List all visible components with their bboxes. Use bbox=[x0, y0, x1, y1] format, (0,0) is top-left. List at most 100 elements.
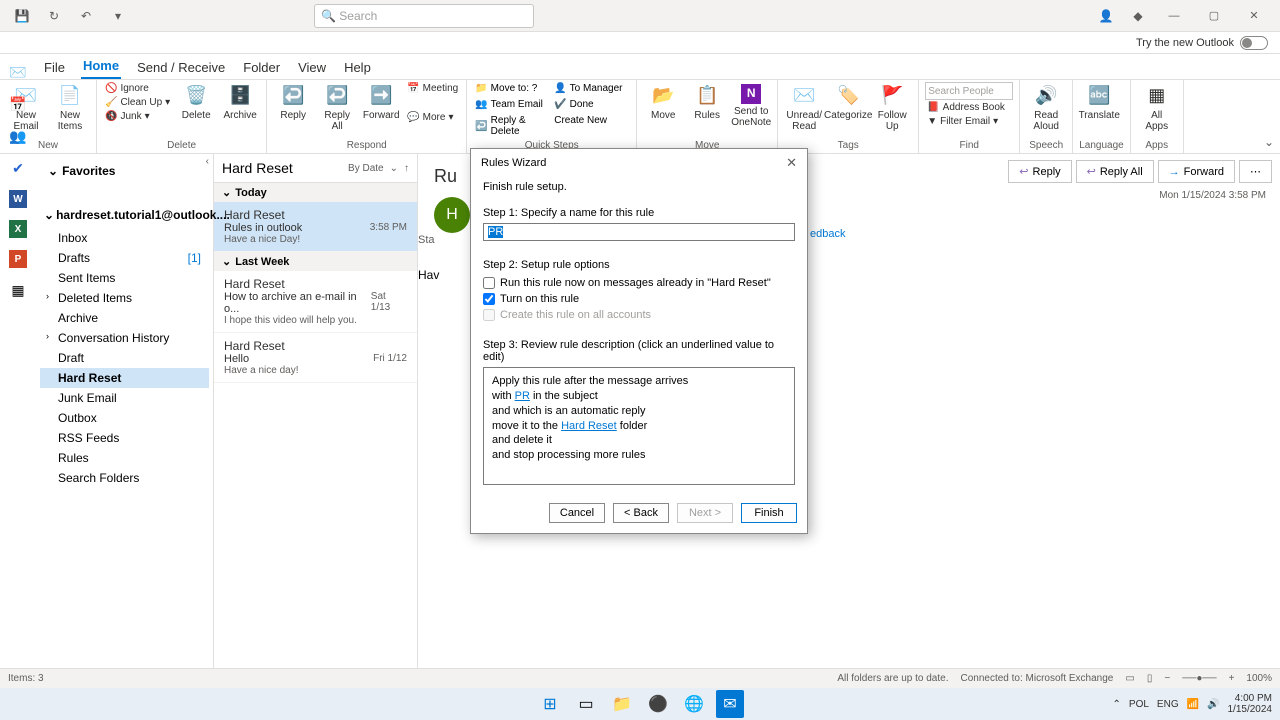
quick-done[interactable]: ✔️Done bbox=[552, 98, 630, 111]
folder-item[interactable]: Hard Reset bbox=[40, 368, 209, 388]
rules-button[interactable]: 📋Rules bbox=[687, 82, 727, 121]
tab-file[interactable]: File bbox=[42, 56, 67, 79]
reading-forward-button[interactable]: →Forward bbox=[1158, 160, 1235, 183]
save-icon[interactable]: 💾 bbox=[6, 2, 38, 30]
tab-home[interactable]: Home bbox=[81, 54, 121, 79]
account-icon[interactable]: 👤 bbox=[1090, 2, 1122, 30]
dropdown-icon[interactable]: ▾ bbox=[102, 2, 134, 30]
quick-move-to[interactable]: 📁Move to: ? bbox=[473, 82, 551, 95]
reading-reply-button[interactable]: ↩Reply bbox=[1008, 160, 1071, 183]
folder-item[interactable]: Archive bbox=[40, 308, 209, 328]
folder-item[interactable]: ›Deleted Items bbox=[40, 288, 209, 308]
read-aloud-button[interactable]: 🔊Read Aloud bbox=[1026, 82, 1066, 132]
translate-button[interactable]: 🔤Translate bbox=[1079, 82, 1119, 121]
cleanup-button[interactable]: 🧹Clean Up ▾ bbox=[103, 96, 172, 109]
archive-button[interactable]: 🗄️Archive bbox=[220, 82, 260, 121]
tab-send-receive[interactable]: Send / Receive bbox=[135, 56, 227, 79]
message-item[interactable]: Hard ResetHow to archive an e-mail in o.… bbox=[214, 271, 417, 333]
folder-item[interactable]: Junk Email bbox=[40, 388, 209, 408]
meeting-button[interactable]: 📅Meeting bbox=[405, 82, 460, 95]
forward-button[interactable]: ➡️Forward bbox=[361, 82, 401, 121]
folder-item[interactable]: Draft bbox=[40, 348, 209, 368]
turn-on-checkbox[interactable] bbox=[483, 293, 495, 305]
folder-item[interactable]: Sent Items bbox=[40, 268, 209, 288]
run-now-checkbox[interactable] bbox=[483, 277, 495, 289]
delete-button[interactable]: 🗑️Delete bbox=[176, 82, 216, 121]
all-apps-button[interactable]: ▦All Apps bbox=[1137, 82, 1177, 132]
collapse-ribbon-button[interactable]: ⌄ bbox=[1264, 135, 1274, 149]
volume-icon[interactable]: 🔊 bbox=[1207, 699, 1219, 710]
quick-to-manager[interactable]: 👤To Manager bbox=[552, 82, 630, 95]
powerpoint-app-icon[interactable]: P bbox=[9, 250, 27, 268]
run-now-checkbox-row[interactable]: Run this rule now on messages already in… bbox=[483, 275, 795, 291]
search-input[interactable]: 🔍 Search bbox=[314, 4, 534, 28]
zoom-in-button[interactable]: + bbox=[1229, 673, 1235, 684]
folder-item[interactable]: Search Folders bbox=[40, 468, 209, 488]
address-book-button[interactable]: 📕Address Book bbox=[925, 101, 1013, 114]
explorer-icon[interactable]: 📁 bbox=[608, 690, 636, 718]
feedback-link[interactable]: edback bbox=[810, 228, 845, 240]
task-view-button[interactable]: ▭ bbox=[572, 690, 600, 718]
word-app-icon[interactable]: W bbox=[9, 190, 27, 208]
quick-reply-delete[interactable]: ↩️Reply & Delete bbox=[473, 114, 551, 138]
folder-item[interactable]: RSS Feeds bbox=[40, 428, 209, 448]
reading-reply-all-button[interactable]: ↩Reply All bbox=[1076, 160, 1154, 183]
mail-app-icon[interactable]: ✉️ bbox=[8, 62, 28, 82]
folder-item[interactable]: Outbox bbox=[40, 408, 209, 428]
message-item[interactable]: Hard ResetRules in outlook3:58 PMHave a … bbox=[214, 202, 417, 252]
people-app-icon[interactable]: 👥 bbox=[8, 126, 28, 146]
lang-indicator-2[interactable]: ENG bbox=[1157, 699, 1179, 710]
zoom-slider[interactable]: ──●── bbox=[1182, 673, 1216, 684]
maximize-button[interactable]: ▢ bbox=[1194, 2, 1234, 30]
minimize-button[interactable]: — bbox=[1154, 2, 1194, 30]
lang-indicator-1[interactable]: POL bbox=[1129, 699, 1149, 710]
view-normal-icon[interactable]: ▭ bbox=[1125, 673, 1134, 684]
filter-email-button[interactable]: ▼Filter Email ▾ bbox=[925, 115, 1013, 128]
tab-folder[interactable]: Folder bbox=[241, 56, 282, 79]
folder-item[interactable]: Drafts[1] bbox=[40, 248, 209, 268]
quick-team-email[interactable]: 👥Team Email bbox=[473, 98, 551, 111]
back-button[interactable]: < Back bbox=[613, 503, 669, 523]
collapse-folder-pane[interactable]: ‹ bbox=[206, 156, 209, 167]
folder-item[interactable]: Inbox bbox=[40, 228, 209, 248]
unread-button[interactable]: ✉️Unread/ Read bbox=[784, 82, 824, 132]
subject-link[interactable]: PR bbox=[515, 390, 530, 402]
followup-button[interactable]: 🚩Follow Up bbox=[872, 82, 912, 132]
try-new-outlook-toggle[interactable] bbox=[1240, 36, 1268, 50]
new-items-button[interactable]: 📄New Items bbox=[50, 82, 90, 132]
move-button[interactable]: 📂Move bbox=[643, 82, 683, 121]
undo-icon[interactable]: ↶ bbox=[70, 2, 102, 30]
favorites-header[interactable]: ⌄Favorites bbox=[40, 160, 209, 182]
categorize-button[interactable]: 🏷️Categorize bbox=[828, 82, 868, 121]
todo-app-icon[interactable]: ✔ bbox=[8, 158, 28, 178]
more-button[interactable]: 💬More ▾ bbox=[405, 111, 460, 124]
outlook-taskbar-icon[interactable]: ✉ bbox=[716, 690, 744, 718]
reading-more-button[interactable]: ⋯ bbox=[1239, 160, 1272, 183]
tab-view[interactable]: View bbox=[296, 56, 328, 79]
wifi-icon[interactable]: 📶 bbox=[1187, 699, 1199, 710]
folder-item[interactable]: ›Conversation History bbox=[40, 328, 209, 348]
zoom-out-button[interactable]: − bbox=[1164, 673, 1170, 684]
excel-app-icon[interactable]: X bbox=[9, 220, 27, 238]
onenote-button[interactable]: NSend to OneNote bbox=[731, 82, 771, 128]
view-reading-icon[interactable]: ▯ bbox=[1147, 673, 1153, 684]
reply-button[interactable]: ↩️Reply bbox=[273, 82, 313, 121]
close-button[interactable]: ✕ bbox=[1234, 2, 1274, 30]
search-people-input[interactable]: Search People bbox=[925, 82, 1013, 100]
junk-button[interactable]: 🚯Junk ▾ bbox=[103, 110, 172, 123]
message-group-header[interactable]: ⌄ Today bbox=[214, 183, 417, 202]
cancel-button[interactable]: Cancel bbox=[549, 503, 605, 523]
message-item[interactable]: Hard ResetHelloFri 1/12Have a nice day! bbox=[214, 333, 417, 383]
more-apps-icon[interactable]: ▦ bbox=[8, 280, 28, 300]
start-button[interactable]: ⊞ bbox=[536, 690, 564, 718]
chrome-icon[interactable]: 🌐 bbox=[680, 690, 708, 718]
dialog-close-button[interactable]: ✕ bbox=[786, 155, 797, 171]
coming-soon-icon[interactable]: ◆ bbox=[1122, 2, 1154, 30]
account-header[interactable]: ⌄hardreset.tutorial1@outlook.... bbox=[40, 202, 209, 228]
quick-create-new[interactable]: Create New bbox=[552, 114, 630, 127]
calendar-app-icon[interactable]: 📅 bbox=[8, 94, 28, 114]
ignore-button[interactable]: 🚫Ignore bbox=[103, 82, 172, 95]
turn-on-checkbox-row[interactable]: Turn on this rule bbox=[483, 291, 795, 307]
sort-button[interactable]: By Date ⌄ ↑ bbox=[348, 163, 409, 174]
folder-link[interactable]: Hard Reset bbox=[561, 420, 617, 432]
